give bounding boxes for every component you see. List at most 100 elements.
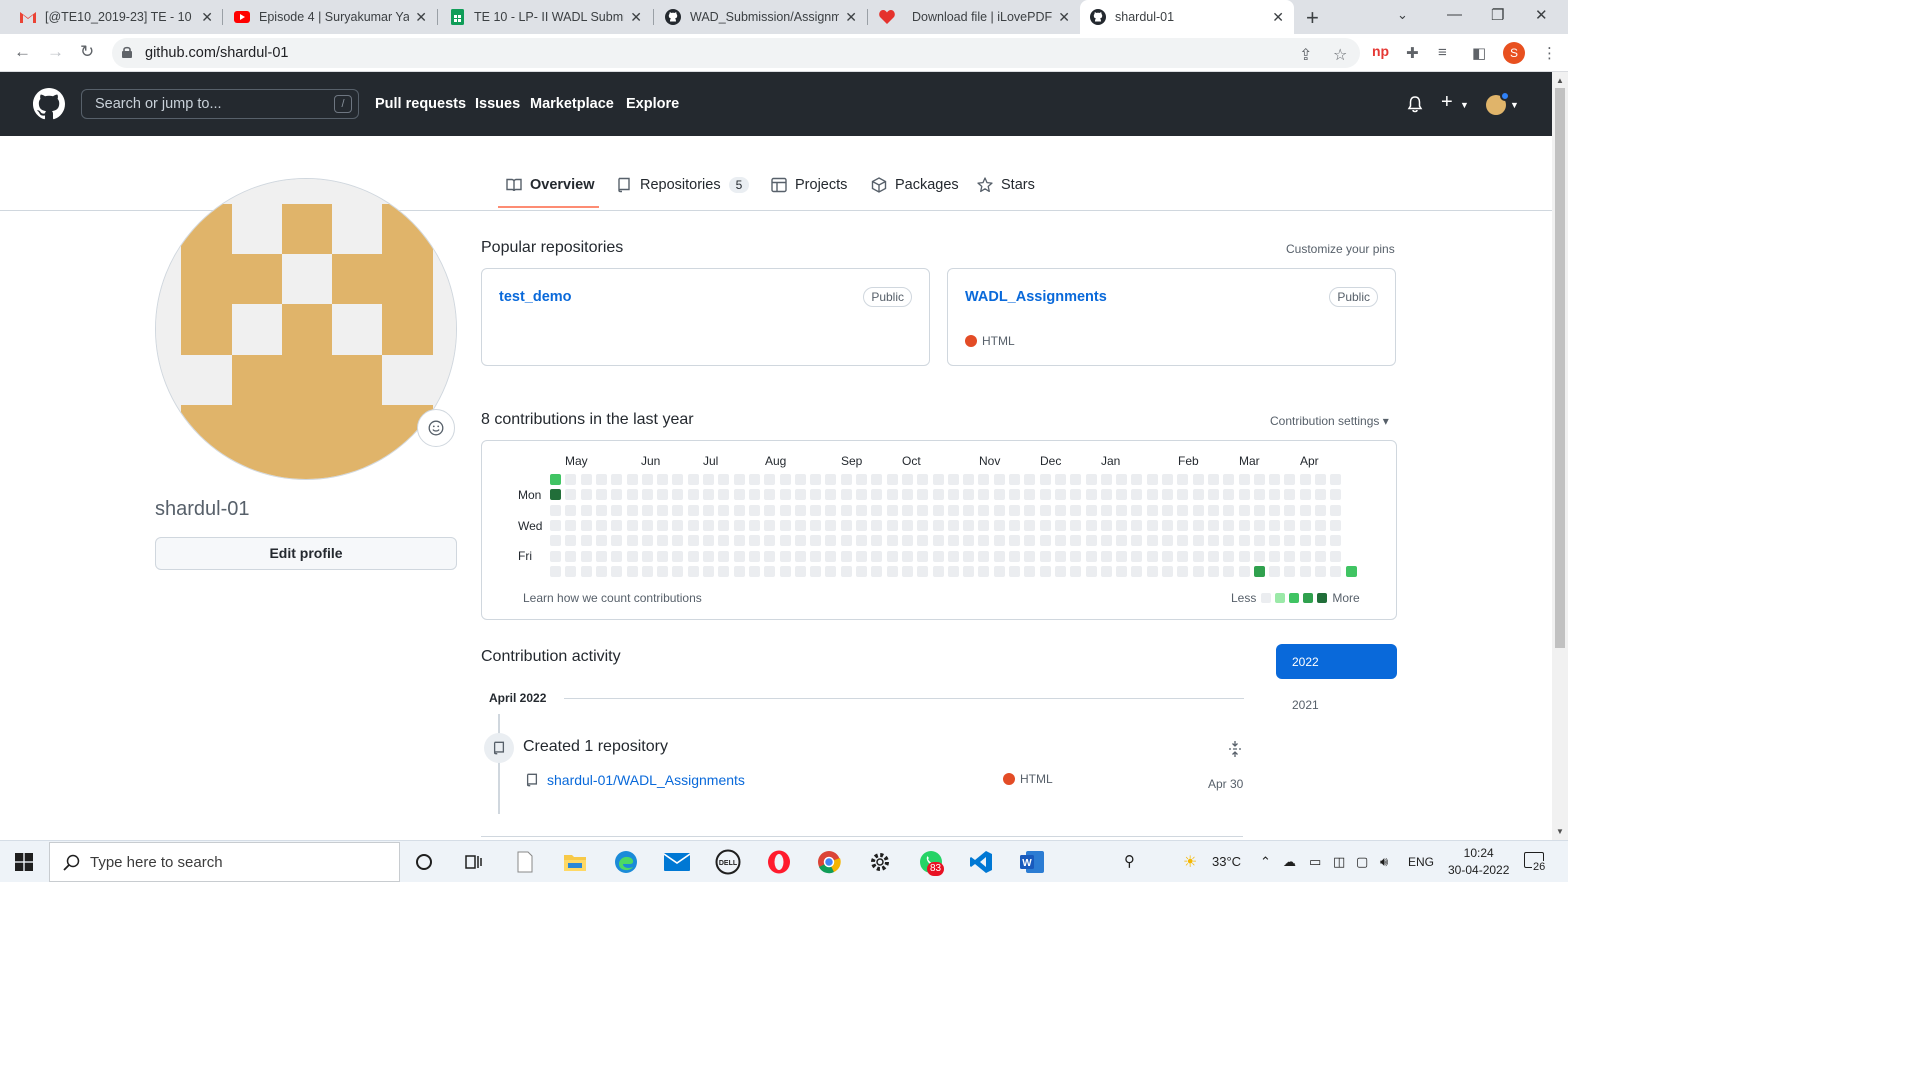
contribution-day-cell[interactable] [1131,489,1142,500]
contribution-day-cell[interactable] [1070,535,1081,546]
contribution-day-cell[interactable] [749,551,760,562]
omnibox[interactable]: github.com/shardul-01 ⇪ ☆ [112,38,1360,68]
year-2022-button[interactable]: 2022 [1276,644,1397,679]
language-indicator[interactable]: ENG [1408,855,1434,869]
contribution-day-cell[interactable] [1208,489,1219,500]
contribution-day-cell[interactable] [948,489,959,500]
contribution-day-cell[interactable] [749,474,760,485]
contribution-day-cell[interactable] [1300,505,1311,516]
contribution-day-cell[interactable] [1101,505,1112,516]
contribution-day-cell[interactable] [581,505,592,516]
contribution-day-cell[interactable] [933,489,944,500]
contribution-day-cell[interactable] [657,520,668,531]
contribution-day-cell[interactable] [1269,505,1280,516]
github-logo-icon[interactable] [33,88,65,120]
contribution-day-cell[interactable] [550,551,561,562]
contribution-day-cell[interactable] [703,489,714,500]
contribution-day-cell[interactable] [718,474,729,485]
contribution-day-cell[interactable] [657,489,668,500]
contribution-day-cell[interactable] [963,489,974,500]
contribution-day-cell[interactable] [902,474,913,485]
contribution-day-cell[interactable] [1162,505,1173,516]
browser-tab-github-submission[interactable]: WAD_Submission/Assignme ✕ [655,0,867,34]
contribution-day-cell[interactable] [887,505,898,516]
contribution-day-cell[interactable] [1009,505,1020,516]
network-icon[interactable]: ◫ [1333,854,1345,870]
contribution-day-cell[interactable] [994,505,1005,516]
contribution-day-cell[interactable] [627,474,638,485]
contribution-day-cell[interactable] [672,474,683,485]
contribution-day-cell[interactable] [688,566,699,577]
contribution-day-cell[interactable] [1086,535,1097,546]
contribution-day-cell[interactable] [1269,551,1280,562]
contribution-day-cell[interactable] [1009,551,1020,562]
contribution-day-cell[interactable] [1009,520,1020,531]
volume-icon[interactable]: 🔊︎ [1380,854,1388,870]
contribution-day-cell[interactable] [1193,520,1204,531]
contribution-day-cell[interactable] [749,489,760,500]
contribution-day-cell[interactable] [887,474,898,485]
contribution-day-cell[interactable] [841,551,852,562]
contribution-day-cell[interactable] [1070,551,1081,562]
contribution-day-cell[interactable] [780,566,791,577]
contribution-day-cell[interactable] [810,489,821,500]
contribution-day-cell[interactable] [581,551,592,562]
nav-pull-requests[interactable]: Pull requests [375,96,466,112]
contribution-day-cell[interactable] [1116,551,1127,562]
close-icon[interactable]: ✕ [845,9,857,26]
contribution-day-cell[interactable] [1346,566,1357,577]
contribution-day-cell[interactable] [902,520,913,531]
contribution-day-cell[interactable] [1147,566,1158,577]
contribution-day-cell[interactable] [1223,551,1234,562]
contribution-day-cell[interactable] [1101,566,1112,577]
contribution-day-cell[interactable] [856,505,867,516]
contribution-day-cell[interactable] [871,566,882,577]
contribution-day-cell[interactable] [1239,505,1250,516]
contribution-day-cell[interactable] [596,520,607,531]
contribution-day-cell[interactable] [642,489,653,500]
contribution-day-cell[interactable] [1040,535,1051,546]
contribution-day-cell[interactable] [1055,489,1066,500]
contribution-day-cell[interactable] [550,505,561,516]
contribution-day-cell[interactable] [887,551,898,562]
contribution-day-cell[interactable] [948,474,959,485]
contribution-day-cell[interactable] [994,489,1005,500]
contribution-day-cell[interactable] [1177,505,1188,516]
contribution-day-cell[interactable] [1284,566,1295,577]
contribution-day-cell[interactable] [703,474,714,485]
show-hidden-icons-icon[interactable]: ⌃ [1260,854,1271,870]
extension-np-icon[interactable]: np [1372,43,1389,59]
contribution-day-cell[interactable] [1208,551,1219,562]
contribution-day-cell[interactable] [1239,535,1250,546]
page-scrollbar[interactable]: ▲ ▼ [1552,72,1568,840]
contribution-day-cell[interactable] [1040,566,1051,577]
contribution-day-cell[interactable] [1330,474,1341,485]
contribution-day-cell[interactable] [672,520,683,531]
contribution-day-cell[interactable] [703,551,714,562]
contribution-day-cell[interactable] [1116,520,1127,531]
nav-explore[interactable]: Explore [626,96,679,112]
tab-repositories[interactable]: Repositories 5 [616,177,750,193]
contribution-day-cell[interactable] [1193,505,1204,516]
contribution-day-cell[interactable] [994,566,1005,577]
contribution-day-cell[interactable] [550,489,561,500]
contribution-day-cell[interactable] [856,566,867,577]
contribution-day-cell[interactable] [1269,566,1280,577]
contribution-day-cell[interactable] [764,566,775,577]
contribution-day-cell[interactable] [1284,551,1295,562]
contribution-day-cell[interactable] [718,505,729,516]
contribution-day-cell[interactable] [1300,566,1311,577]
contribution-day-cell[interactable] [672,505,683,516]
contribution-day-cell[interactable] [1330,551,1341,562]
taskbar-clock[interactable]: 10:24 30-04-2022 [1448,845,1509,879]
contribution-day-cell[interactable] [1162,535,1173,546]
contribution-day-cell[interactable] [978,551,989,562]
contribution-day-cell[interactable] [1254,474,1265,485]
contribution-day-cell[interactable] [1193,535,1204,546]
weather-temp[interactable]: 33°C [1212,854,1241,869]
cortana-icon[interactable] [411,849,437,875]
contribution-day-cell[interactable] [795,520,806,531]
close-icon[interactable]: ✕ [630,9,642,26]
contribution-day-cell[interactable] [581,520,592,531]
contribution-day-cell[interactable] [933,551,944,562]
